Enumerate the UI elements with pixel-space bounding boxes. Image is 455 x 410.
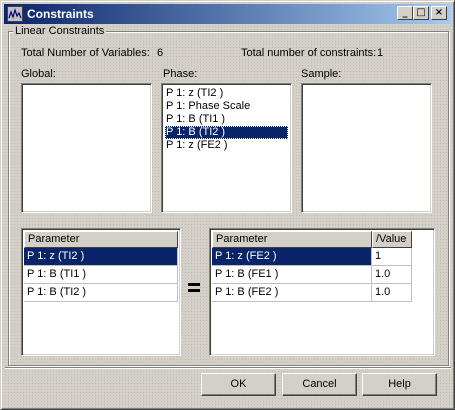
- left-parameter-table[interactable]: Parameter P 1: z (TI2 ) P 1: B (TI1 ) P …: [21, 228, 181, 356]
- left-table-row-selected[interactable]: P 1: z (TI2 ): [24, 248, 178, 266]
- equals-sign: [187, 280, 203, 294]
- phase-list-item[interactable]: P 1: B (TI1 ): [165, 113, 288, 126]
- title-bar[interactable]: Constraints _ □ ×: [4, 4, 451, 24]
- phase-list-label: Phase:: [163, 68, 198, 80]
- phase-list[interactable]: P 1: z (TI2 ) P 1: Phase Scale P 1: B (T…: [161, 83, 292, 213]
- right-table-parameter-cell[interactable]: P 1: B (FE1 ): [212, 266, 372, 284]
- right-table-header-parameter[interactable]: Parameter: [212, 231, 372, 248]
- global-list[interactable]: [21, 83, 152, 213]
- left-table-row[interactable]: P 1: B (TI2 ): [24, 284, 178, 302]
- phase-list-item[interactable]: P 1: Phase Scale: [165, 100, 288, 113]
- sample-list[interactable]: [301, 83, 432, 213]
- right-table-value-cell[interactable]: 1.0: [372, 266, 412, 284]
- right-table-header-value[interactable]: /Value: [372, 231, 412, 248]
- global-list-label: Global:: [21, 68, 56, 80]
- footer-divider: [5, 367, 451, 369]
- app-icon-graphic: [8, 7, 22, 19]
- right-table-parameter-cell[interactable]: P 1: B (FE2 ): [212, 284, 372, 302]
- variables-count-label: Total Number of Variables:: [21, 47, 150, 59]
- constraints-dialog: Constraints _ □ × Linear Constraints Tot…: [0, 0, 455, 410]
- cancel-button[interactable]: Cancel: [282, 373, 357, 396]
- phase-list-item[interactable]: P 1: z (TI2 ): [165, 87, 288, 100]
- sample-list-label: Sample:: [301, 68, 342, 80]
- right-table-parameter-cell[interactable]: P 1: z (FE2 ): [212, 248, 372, 266]
- left-table-row[interactable]: P 1: B (TI1 ): [24, 266, 178, 284]
- help-button[interactable]: Help: [362, 373, 437, 396]
- group-label: Linear Constraints: [13, 24, 107, 38]
- minimize-button[interactable]: _: [397, 6, 413, 20]
- ok-button[interactable]: OK: [201, 373, 276, 396]
- left-table-header-parameter[interactable]: Parameter: [24, 231, 178, 248]
- right-parameter-table[interactable]: Parameter /Value P 1: z (FE2 ) 1 P 1: B …: [209, 228, 435, 356]
- maximize-button[interactable]: □: [413, 6, 429, 20]
- constraints-count-value: 1: [377, 47, 384, 59]
- phase-list-item[interactable]: P 1: z (FE2 ): [165, 139, 288, 152]
- window-title: Constraints: [27, 7, 94, 21]
- phase-list-item-selected[interactable]: P 1: B (TI2 ): [165, 126, 288, 139]
- close-button[interactable]: ×: [431, 6, 447, 20]
- app-icon[interactable]: [7, 6, 23, 22]
- right-table-value-cell[interactable]: 1.0: [372, 284, 412, 302]
- right-table-value-cell[interactable]: 1: [372, 248, 412, 266]
- constraints-count-label: Total number of constraints:: [241, 47, 377, 59]
- variables-count-value: 6: [157, 47, 164, 59]
